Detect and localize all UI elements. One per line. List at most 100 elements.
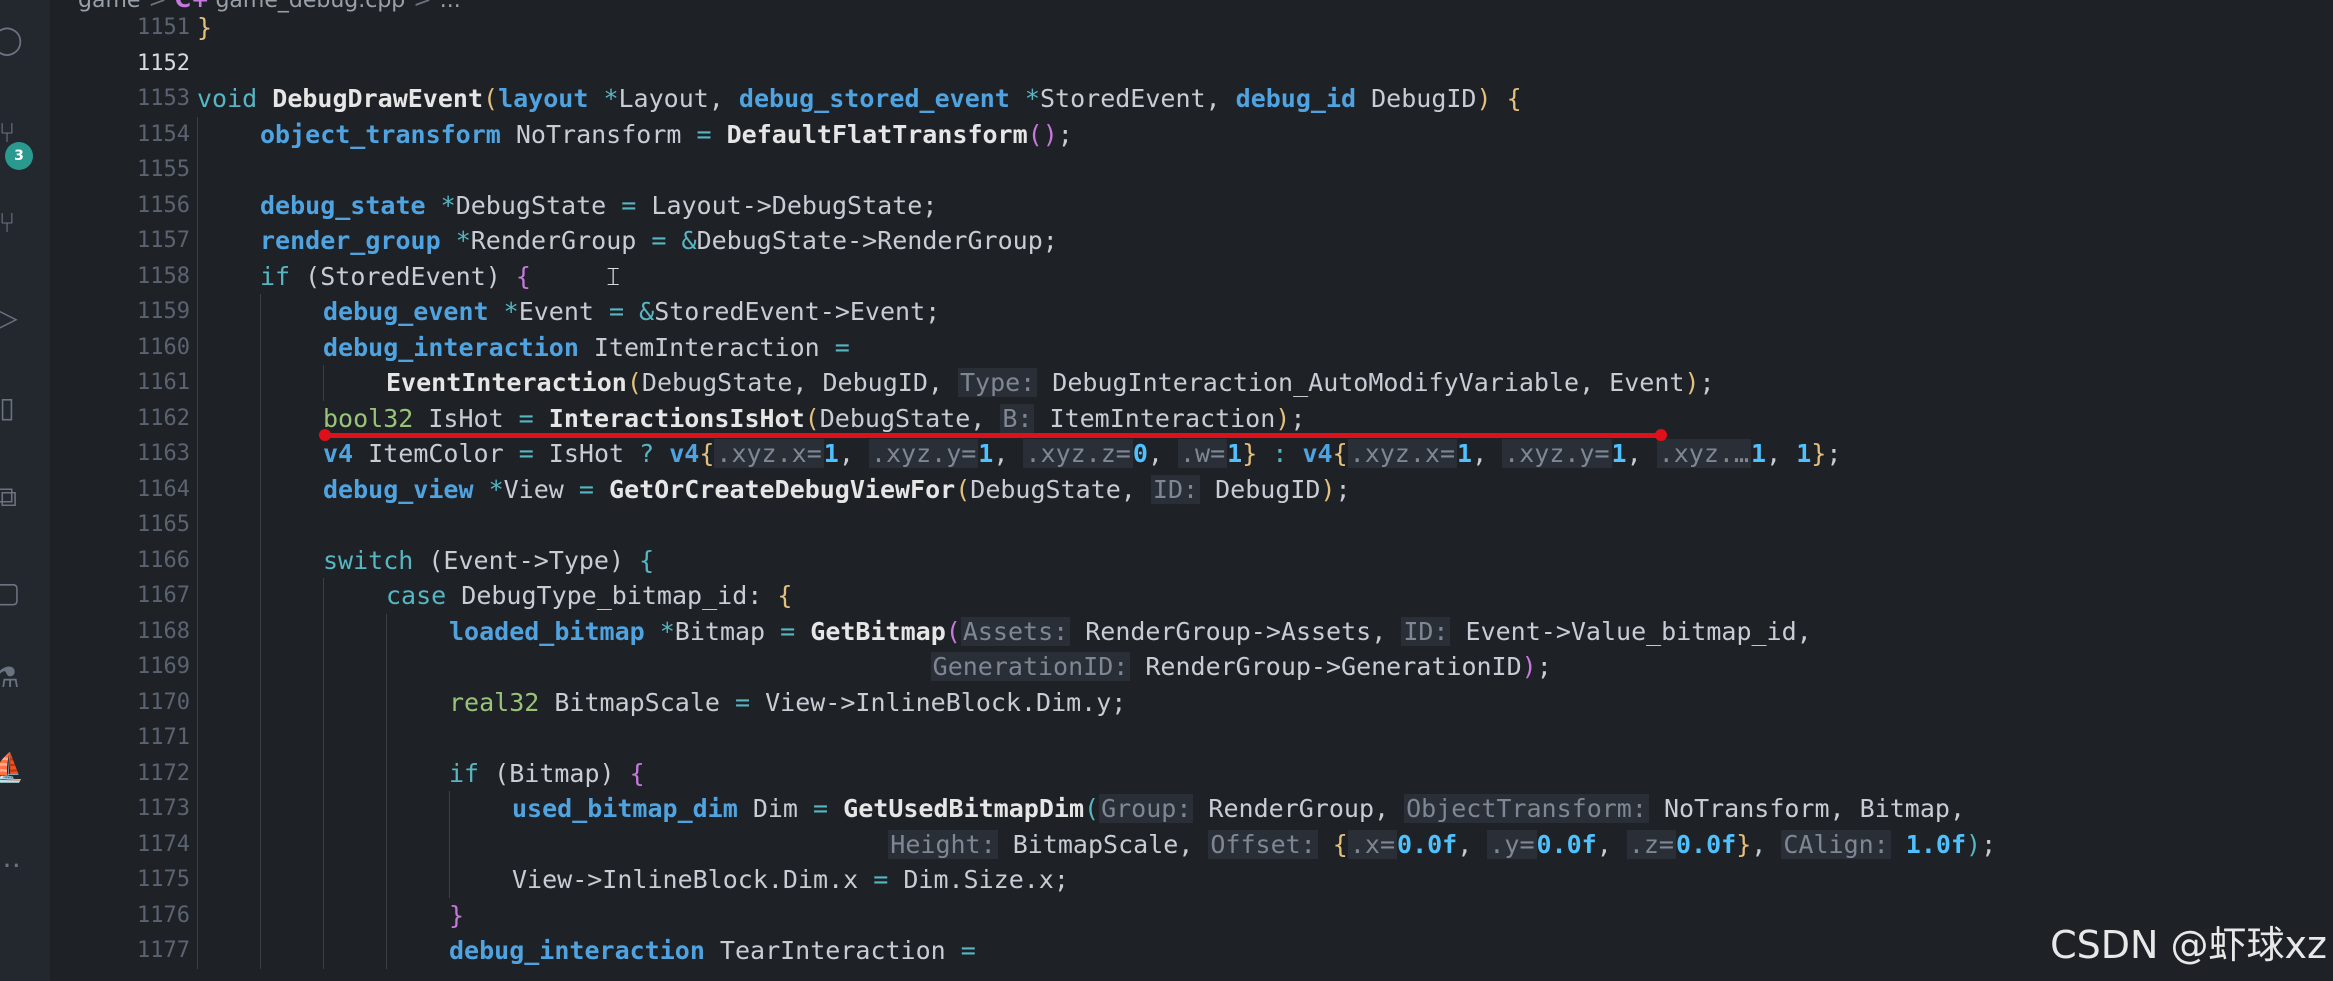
- more-icon[interactable]: …: [0, 840, 24, 874]
- code-line[interactable]: debug_view *View = GetOrCreateDebugViewF…: [323, 472, 1351, 508]
- line-number: 1171: [137, 725, 190, 750]
- code-token: debug_stored_event: [738, 84, 1010, 113]
- code-token: *: [455, 226, 471, 255]
- code-token: (: [626, 368, 642, 397]
- code-line[interactable]: Height: BitmapScale, Offset: {.x=0.0f, .…: [512, 827, 1996, 863]
- code-token: {: [699, 439, 715, 468]
- code-token: 1: [978, 439, 994, 468]
- sailboat-icon[interactable]: ⛵: [0, 750, 24, 784]
- code-line[interactable]: debug_event *Event = &StoredEvent->Event…: [323, 294, 940, 330]
- inlay-hint: Offset:: [1208, 829, 1318, 859]
- code-line[interactable]: void DebugDrawEvent(layout *Layout, debu…: [197, 81, 1522, 117]
- remote-explorer-icon[interactable]: ▢: [0, 575, 24, 609]
- code-token: ,: [1766, 439, 1797, 468]
- code-token: }: [1811, 439, 1827, 468]
- code-token: bool32: [323, 403, 414, 433]
- code-line[interactable]: v4 ItemColor = IsHot ? v4{.xyz.x=1, .xyz…: [323, 436, 1841, 472]
- code-line[interactable]: debug_state *DebugState = Layout->DebugS…: [260, 188, 937, 224]
- inlay-hint: .xyz.z=: [1023, 439, 1133, 468]
- git-branch-icon[interactable]: ⑂: [0, 205, 24, 239]
- code-line[interactable]: EventInteraction(DebugState, DebugID, Ty…: [386, 365, 1715, 401]
- code-token: case: [386, 581, 447, 610]
- code-token: (: [955, 474, 971, 504]
- code-line[interactable]: debug_interaction ItemInteraction =: [323, 330, 850, 366]
- inlay-hint: ID:: [1150, 474, 1201, 504]
- code-editor[interactable]: } void DebugDrawEvent(layout *Layout, deb…: [197, 0, 2333, 981]
- code-token: Bitmap: [674, 616, 781, 646]
- code-token: InteractionsIsHot: [548, 403, 805, 433]
- inlay-hint: .y=: [1487, 829, 1537, 859]
- code-line[interactable]: render_group *RenderGroup = &DebugState-…: [260, 223, 1058, 259]
- bookmark-icon[interactable]: ▯: [0, 390, 24, 424]
- code-token: =: [578, 474, 594, 504]
- indent-guide: [260, 720, 261, 756]
- run-debug-icon[interactable]: ▷: [0, 300, 24, 334]
- code-line[interactable]: if (StoredEvent) {: [260, 259, 531, 295]
- indent-guide: [323, 613, 324, 649]
- code-line[interactable]: }: [197, 10, 212, 46]
- inlay-hint: B:: [1000, 403, 1035, 433]
- code-token: ): [1521, 652, 1537, 681]
- code-line[interactable]: if (Bitmap) {: [449, 756, 645, 792]
- code-line[interactable]: loaded_bitmap *Bitmap = GetBitmap(Assets…: [449, 614, 1812, 650]
- code-token: }: [449, 900, 465, 930]
- indent-guide: [197, 613, 198, 649]
- code-line[interactable]: real32 BitmapScale = View->InlineBlock.D…: [449, 685, 1126, 721]
- line-number: 1174: [137, 831, 190, 857]
- annotation-end-dot: [1655, 429, 1667, 441]
- code-line[interactable]: used_bitmap_dim Dim = GetUsedBitmapDim(G…: [512, 791, 1965, 827]
- testing-icon[interactable]: ⚗: [0, 660, 24, 694]
- code-token: View->InlineBlock.Dim.y;: [750, 687, 1127, 717]
- indent-guide: [386, 897, 387, 933]
- code-token: 1: [1611, 439, 1627, 468]
- code-token: debug_id: [1235, 84, 1357, 113]
- indent-guide: [323, 720, 324, 756]
- code-token: Dim.Size.x;: [888, 865, 1069, 894]
- indent-guide: [197, 187, 198, 223]
- indent-guide: [197, 720, 198, 756]
- code-line[interactable]: object_transform NoTransform = DefaultFl…: [260, 117, 1073, 153]
- code-token: (): [1027, 119, 1058, 149]
- inlay-hint: .xyz.y=: [1502, 439, 1612, 468]
- code-line[interactable]: case DebugType_bitmap_id: {: [386, 578, 792, 614]
- code-line[interactable]: GenerationID: RenderGroup->GenerationID)…: [449, 649, 1552, 685]
- indent-guide: [260, 613, 261, 649]
- code-line[interactable]: switch (Event->Type) {: [323, 543, 654, 579]
- code-line[interactable]: debug_interaction TearInteraction =: [449, 933, 976, 969]
- line-number: 1160: [137, 334, 190, 360]
- source-control-badge: 3: [5, 142, 33, 170]
- code-line[interactable]: View->InlineBlock.Dim.x = Dim.Size.x;: [512, 862, 1069, 898]
- code-token: ,: [1472, 439, 1503, 468]
- code-token: ,: [1596, 829, 1627, 859]
- code-line[interactable]: bool32 IsHot = InteractionsIsHot(DebugSt…: [323, 401, 1305, 437]
- inlay-hint: Height:: [888, 829, 998, 859]
- code-token: if: [260, 261, 291, 291]
- indent-guide: [386, 649, 387, 685]
- code-line[interactable]: }: [449, 898, 464, 934]
- extensions-icon[interactable]: ⧉: [0, 480, 24, 514]
- indent-guide: [197, 471, 198, 507]
- indent-guide: [323, 933, 324, 969]
- code-token: IsHot: [413, 403, 519, 433]
- code-token: =: [734, 687, 751, 717]
- indent-guide: [260, 791, 261, 827]
- code-token: RenderGroup->GenerationID: [1130, 652, 1522, 681]
- indent-guide: [197, 755, 198, 791]
- code-token: =: [696, 119, 712, 149]
- code-token: ItemColor: [353, 439, 519, 468]
- indent-guide: [197, 152, 198, 188]
- search-icon[interactable]: ◯: [0, 22, 24, 56]
- indent-guide: [323, 826, 324, 862]
- indent-guide: [386, 791, 387, 827]
- line-number: 1155: [137, 157, 190, 182]
- inlay-hint: .z=: [1626, 829, 1676, 859]
- indent-guide: [260, 897, 261, 933]
- code-token: object_transform: [260, 119, 501, 149]
- indent-guide: [197, 436, 198, 472]
- inlay-hint: Assets:: [960, 616, 1071, 646]
